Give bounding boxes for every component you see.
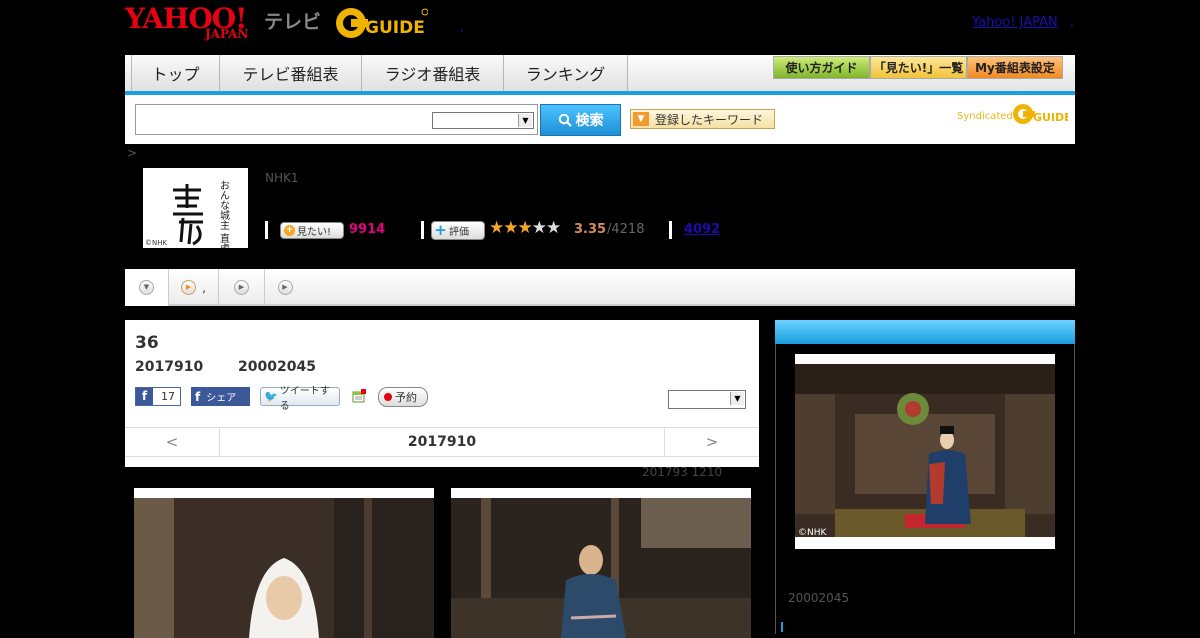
divider xyxy=(421,221,424,239)
star-empty-icon: ★ xyxy=(531,218,547,238)
episode-id: 20002045 xyxy=(238,359,316,375)
tweet-label: ツイートする xyxy=(279,385,330,412)
star-filled-icon: ★ xyxy=(517,218,533,238)
rating-stars: ★★★★★ xyxy=(489,218,561,238)
rate-button[interactable]: + 評価 xyxy=(431,221,485,240)
air-datetime-note: 201793 1210 xyxy=(642,465,723,479)
side-indicator xyxy=(781,622,783,632)
facebook-like-button[interactable]: f 17 xyxy=(135,387,181,406)
plus-icon: + xyxy=(434,221,447,239)
rate-label: 評価 xyxy=(449,227,469,238)
program-tabs: ▼ ▶, ▶ ▶ xyxy=(125,269,305,306)
reserve-recording-button[interactable]: 予約 xyxy=(378,387,428,407)
tab-item-3[interactable]: ▶ xyxy=(265,269,305,306)
tab-menu-toggle[interactable]: ▼ xyxy=(125,269,169,306)
star-filled-icon: ★ xyxy=(503,218,518,238)
facebook-share-label: シェア xyxy=(206,393,237,404)
twitter-bird-icon: 🐦 xyxy=(264,390,278,403)
program-title-image[interactable]: おんな城主 直虎 ©NHK xyxy=(143,168,248,248)
gguide-small-logo-text: GUIDE xyxy=(1033,111,1068,124)
global-nav-tabs: トップ テレビ番組表 ラジオ番組表 ランキング xyxy=(131,55,628,91)
want-to-watch-label: 見たい! xyxy=(297,227,332,238)
nav-tab-label: トップ xyxy=(151,65,200,84)
nav-tab-label: ラジオ番組表 xyxy=(384,65,481,84)
want-to-watch-list-button[interactable]: 「見たい!」一覧 xyxy=(870,56,967,79)
rating-value: 3.35 xyxy=(574,222,607,237)
nav-tab-tv-schedule[interactable]: テレビ番組表 xyxy=(220,55,362,91)
episode-date: 2017910 xyxy=(135,359,204,375)
episode-photo-samurai[interactable] xyxy=(451,488,751,638)
syndicated-label: Syndicated xyxy=(957,111,1013,122)
nav-tab-label: テレビ番組表 xyxy=(242,65,339,84)
dropdown-arrow-icon: ▼ xyxy=(633,112,649,126)
search-icon xyxy=(558,113,572,127)
search-button[interactable]: 検索 xyxy=(540,104,621,136)
play-icon: ▶ xyxy=(181,280,197,295)
reserve-label: 予約 xyxy=(395,391,417,404)
chevron-down-icon: ▼ xyxy=(518,114,532,127)
side-featured-photo[interactable]: ©NHK xyxy=(795,354,1055,549)
search-category-select[interactable]: ▼ xyxy=(432,112,534,129)
nav-tab-top[interactable]: トップ xyxy=(131,55,220,91)
divider xyxy=(669,221,672,239)
calendar-add-icon[interactable] xyxy=(351,388,367,404)
header-dot-right: , xyxy=(1070,15,1074,29)
side-photo-copyright: ©NHK xyxy=(798,528,828,538)
down-arrow-icon: ▼ xyxy=(139,280,154,295)
tweet-button[interactable]: 🐦 ツイートする xyxy=(260,386,340,412)
want-to-watch-count: 9914 xyxy=(349,222,386,237)
rating-count: /4218 xyxy=(607,222,645,237)
episode-number: 36 xyxy=(135,333,159,353)
facebook-share-button[interactable]: f シェア xyxy=(191,387,250,406)
yahoo-logo-japan: JAPAN xyxy=(205,27,249,41)
play-icon: ▶ xyxy=(277,280,293,295)
episode-select[interactable]: ▼ xyxy=(668,390,746,409)
pager-current-date: 2017910 xyxy=(407,434,477,450)
tab-item-1[interactable]: ▶, xyxy=(169,269,219,306)
breadcrumb[interactable]: > xyxy=(127,146,137,160)
facebook-icon: f xyxy=(136,388,153,405)
side-episode-id: 20002045 xyxy=(788,591,850,605)
registered-keywords-label: 登録したキーワード xyxy=(655,112,764,127)
gguide-logo[interactable]: GUIDE xyxy=(334,6,428,40)
my-schedule-settings-button[interactable]: My番組表設定 xyxy=(967,56,1063,79)
nav-utility-buttons: 使い方ガイド 「見たい!」一覧 My番組表設定 xyxy=(773,56,1063,79)
star-filled-icon: ★ xyxy=(489,218,504,238)
pager-next-button[interactable]: > xyxy=(664,428,759,456)
play-icon: ▶ xyxy=(234,280,249,295)
side-panel-header xyxy=(775,320,1075,344)
episode-photo-nun[interactable] xyxy=(134,488,434,638)
header-dot: , xyxy=(460,20,464,34)
program-title-art: おんな城主 直虎 xyxy=(218,180,230,248)
program-image-copyright: ©NHK xyxy=(145,239,168,247)
usage-guide-button[interactable]: 使い方ガイド xyxy=(773,56,870,79)
tab-label: , xyxy=(202,280,206,295)
tv-logo-text[interactable]: テレビ xyxy=(264,7,321,34)
star-empty-icon: ★ xyxy=(546,218,561,238)
divider xyxy=(265,221,268,239)
nav-tab-label: ランキング xyxy=(525,65,606,84)
facebook-like-count: 17 xyxy=(161,390,175,403)
registered-keywords-button[interactable]: ▼ 登録したキーワード xyxy=(630,109,775,129)
channel-name: NHK1 xyxy=(265,171,299,185)
gguide-small-logo: GUIDE xyxy=(1013,104,1068,124)
nav-tab-radio-schedule[interactable]: ラジオ番組表 xyxy=(362,55,504,91)
pager-prev-button[interactable]: < xyxy=(125,428,220,456)
tab-item-2[interactable]: ▶ xyxy=(219,269,265,306)
nav-tab-ranking[interactable]: ランキング xyxy=(504,55,628,91)
plus-icon: + xyxy=(284,225,295,236)
reviews-count-link[interactable]: 4092 xyxy=(684,222,720,237)
search-button-label: 検索 xyxy=(575,113,604,129)
want-to-watch-button[interactable]: + 見たい! xyxy=(280,222,344,239)
record-dot-icon xyxy=(384,393,392,401)
gguide-logo-text: GUIDE xyxy=(365,18,425,38)
facebook-icon: f xyxy=(195,389,201,404)
yahoo-japan-link[interactable]: Yahoo! JAPAN xyxy=(972,15,1058,30)
chevron-down-icon: ▼ xyxy=(730,392,744,405)
